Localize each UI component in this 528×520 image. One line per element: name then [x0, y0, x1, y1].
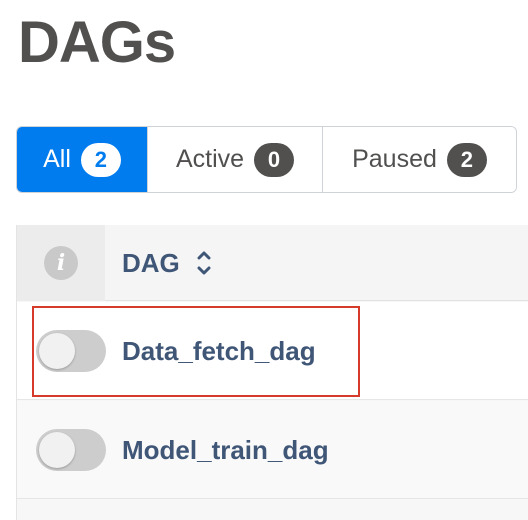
filter-active-button[interactable]: Active 0	[147, 127, 322, 192]
filter-all-count-badge: 2	[80, 142, 121, 177]
table-row: Data_fetch_dag	[17, 302, 528, 400]
info-icon[interactable]: i	[44, 246, 78, 280]
page-title: DAGs	[18, 10, 176, 75]
dag-link[interactable]: Data_fetch_dag	[122, 302, 316, 400]
filter-paused-button[interactable]: Paused 2	[322, 127, 516, 192]
toggle-knob	[39, 432, 75, 468]
filter-paused-label: Paused	[352, 145, 437, 173]
filter-all-label: All	[43, 145, 71, 173]
filter-paused-count-badge: 2	[446, 142, 487, 177]
dag-column-header[interactable]: DAG	[122, 225, 212, 301]
dag-pause-toggle[interactable]	[36, 429, 106, 471]
toggle-knob	[39, 333, 75, 369]
info-header-cell: i	[17, 225, 105, 301]
filter-active-label: Active	[175, 145, 245, 173]
sort-icon	[197, 251, 211, 275]
dags-table: i DAG Data_fetch_dag Model_train_dag	[16, 225, 528, 520]
filter-active-count-badge: 0	[254, 142, 295, 177]
filter-all-button[interactable]: All 2	[17, 127, 147, 192]
status-filter-group: All 2 Active 0 Paused 2	[16, 126, 517, 193]
dags-page: DAGs All 2 Active 0 Paused 2 i DAG Data_…	[0, 0, 528, 520]
dag-link[interactable]: Model_train_dag	[122, 401, 329, 499]
table-header-row: i DAG	[17, 225, 528, 301]
dag-pause-toggle[interactable]	[36, 330, 106, 372]
dag-column-label: DAG	[122, 247, 180, 278]
table-row: Model_train_dag	[17, 401, 528, 499]
